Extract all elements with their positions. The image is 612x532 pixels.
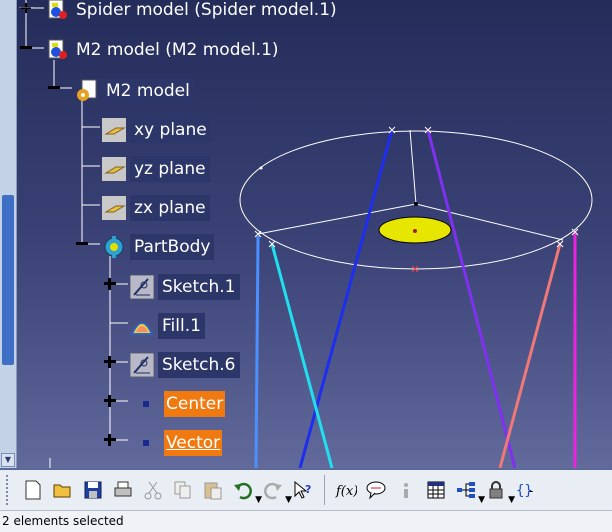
center-point-3d bbox=[414, 202, 418, 206]
paste-button[interactable] bbox=[200, 475, 226, 505]
fill-center-point bbox=[413, 229, 417, 233]
plane-icon bbox=[102, 157, 126, 181]
leg-salmon[interactable] bbox=[498, 243, 562, 468]
tree-label-highlighted: Vector bbox=[164, 430, 223, 456]
open-button[interactable] bbox=[50, 475, 76, 505]
part-icon bbox=[77, 79, 97, 101]
table-icon bbox=[427, 481, 445, 499]
info-icon bbox=[404, 483, 408, 498]
collapse-minus-icon[interactable] bbox=[19, 41, 33, 55]
collapse-minus-icon[interactable] bbox=[75, 237, 89, 251]
expand-plus-icon[interactable] bbox=[103, 433, 117, 447]
point-icon bbox=[143, 401, 149, 407]
plane-icon bbox=[102, 196, 126, 220]
tree-node-sketch6[interactable]: Sketch.6 bbox=[130, 352, 240, 378]
comment-icon bbox=[366, 481, 386, 500]
status-bar: 2 elements selected bbox=[0, 510, 612, 532]
redo-icon bbox=[264, 482, 282, 500]
brackets-icon: {}- bbox=[516, 483, 533, 499]
sketch-point bbox=[259, 166, 263, 170]
tree-button[interactable]: ▼ bbox=[453, 475, 485, 505]
tree-node-partbody[interactable]: PartBody bbox=[102, 234, 215, 260]
formula-icon: f(x) bbox=[335, 484, 357, 499]
sketch-icon bbox=[130, 353, 154, 377]
leg-cyan[interactable] bbox=[270, 243, 334, 468]
tree-node-yz-plane[interactable]: yz plane bbox=[102, 156, 210, 182]
lock-icon bbox=[489, 481, 503, 499]
comment-button[interactable] bbox=[363, 475, 389, 505]
tree-node-m2-model-product[interactable]: M2 model (M2 model.1) bbox=[46, 37, 281, 63]
scroll-down-icon[interactable]: ▼ bbox=[1, 453, 15, 467]
formula-button[interactable]: f(x) bbox=[333, 475, 359, 505]
gear-body-icon bbox=[104, 236, 124, 258]
toolbar-grip[interactable] bbox=[6, 475, 12, 505]
open-icon bbox=[53, 484, 71, 498]
copy-button[interactable] bbox=[170, 475, 196, 505]
expand-plus-icon[interactable] bbox=[103, 394, 117, 408]
tree-label: Fill.1 bbox=[158, 313, 205, 339]
save-icon bbox=[84, 481, 102, 499]
tree-label: xy plane bbox=[130, 117, 211, 143]
toolbar-separator bbox=[324, 475, 325, 505]
sketch-icon bbox=[130, 275, 154, 299]
leg-lightblue[interactable] bbox=[254, 235, 260, 468]
status-message: 2 elements selected bbox=[2, 514, 124, 528]
tree-label: PartBody bbox=[130, 234, 215, 260]
tree-node-zx-plane[interactable]: zx plane bbox=[102, 195, 210, 221]
plane-icon bbox=[102, 118, 126, 142]
svg-text:-: - bbox=[529, 484, 533, 498]
save-button[interactable] bbox=[80, 475, 106, 505]
fill-surface-icon bbox=[130, 322, 154, 335]
expand-plus-icon[interactable] bbox=[103, 277, 117, 291]
expand-plus-icon[interactable] bbox=[19, 1, 33, 15]
tree-node-xy-plane[interactable]: xy plane bbox=[102, 117, 211, 143]
tree-label: M2 model bbox=[102, 78, 194, 104]
whats-this-button[interactable]: ? bbox=[290, 475, 316, 505]
undo-icon bbox=[234, 482, 252, 500]
collapse-minus-icon[interactable] bbox=[47, 81, 61, 95]
tree-label-highlighted: Center bbox=[164, 391, 226, 417]
lock-button[interactable]: ▼ bbox=[483, 475, 515, 505]
paste-icon bbox=[204, 482, 222, 500]
product-icon bbox=[48, 39, 67, 59]
tree-label: M2 model (M2 model.1) bbox=[76, 40, 279, 60]
print-icon bbox=[114, 481, 132, 497]
scrollbar-thumb[interactable] bbox=[2, 195, 14, 365]
tree-label: Sketch.1 bbox=[158, 274, 240, 300]
table-button[interactable] bbox=[423, 475, 449, 505]
tree-node-center[interactable]: Center bbox=[140, 391, 226, 417]
undo-button[interactable]: ▼ bbox=[230, 475, 262, 505]
3d-viewport[interactable]: Spider model (Spider model.1) M2 model (… bbox=[0, 0, 612, 468]
point-icon bbox=[143, 440, 149, 446]
cut-button[interactable] bbox=[140, 475, 166, 505]
tree-node-fill1[interactable]: Fill.1 bbox=[130, 313, 205, 339]
tree-label: yz plane bbox=[130, 156, 210, 182]
leg-blue[interactable] bbox=[298, 129, 394, 468]
tree-label: Spider model (Spider model.1) bbox=[76, 0, 337, 20]
tree-node-vector[interactable]: Vector bbox=[140, 430, 223, 456]
info-button[interactable] bbox=[393, 475, 419, 505]
svg-text:?: ? bbox=[305, 483, 311, 496]
product-icon bbox=[48, 0, 67, 19]
tree-node-m2-model-part[interactable]: M2 model bbox=[74, 78, 194, 104]
whats-this-icon: ? bbox=[294, 480, 311, 499]
leg-purple[interactable] bbox=[426, 129, 517, 468]
tree-icon bbox=[457, 482, 475, 498]
cut-icon bbox=[144, 481, 162, 500]
redo-button[interactable]: ▼ bbox=[260, 475, 292, 505]
new-icon bbox=[25, 480, 41, 500]
print-button[interactable] bbox=[110, 475, 136, 505]
expand-plus-icon[interactable] bbox=[103, 355, 117, 369]
brackets-button[interactable]: {} - bbox=[513, 475, 539, 505]
tree-node-spider-model[interactable]: Spider model (Spider model.1) bbox=[46, 0, 339, 23]
spoke-3 bbox=[409, 129, 417, 205]
tree-node-sketch1[interactable]: Sketch.1 bbox=[130, 274, 240, 300]
standard-toolbar: ▼ ▼ ? f(x) ▼ ▼ {} - bbox=[0, 468, 612, 510]
tree-label: zx plane bbox=[130, 195, 210, 221]
copy-icon bbox=[174, 481, 191, 499]
svg-text:f(x): f(x) bbox=[335, 484, 357, 499]
tree-scrollbar[interactable]: ▼ bbox=[0, 0, 17, 468]
tree-label: Sketch.6 bbox=[158, 352, 240, 378]
new-button[interactable] bbox=[20, 475, 46, 505]
